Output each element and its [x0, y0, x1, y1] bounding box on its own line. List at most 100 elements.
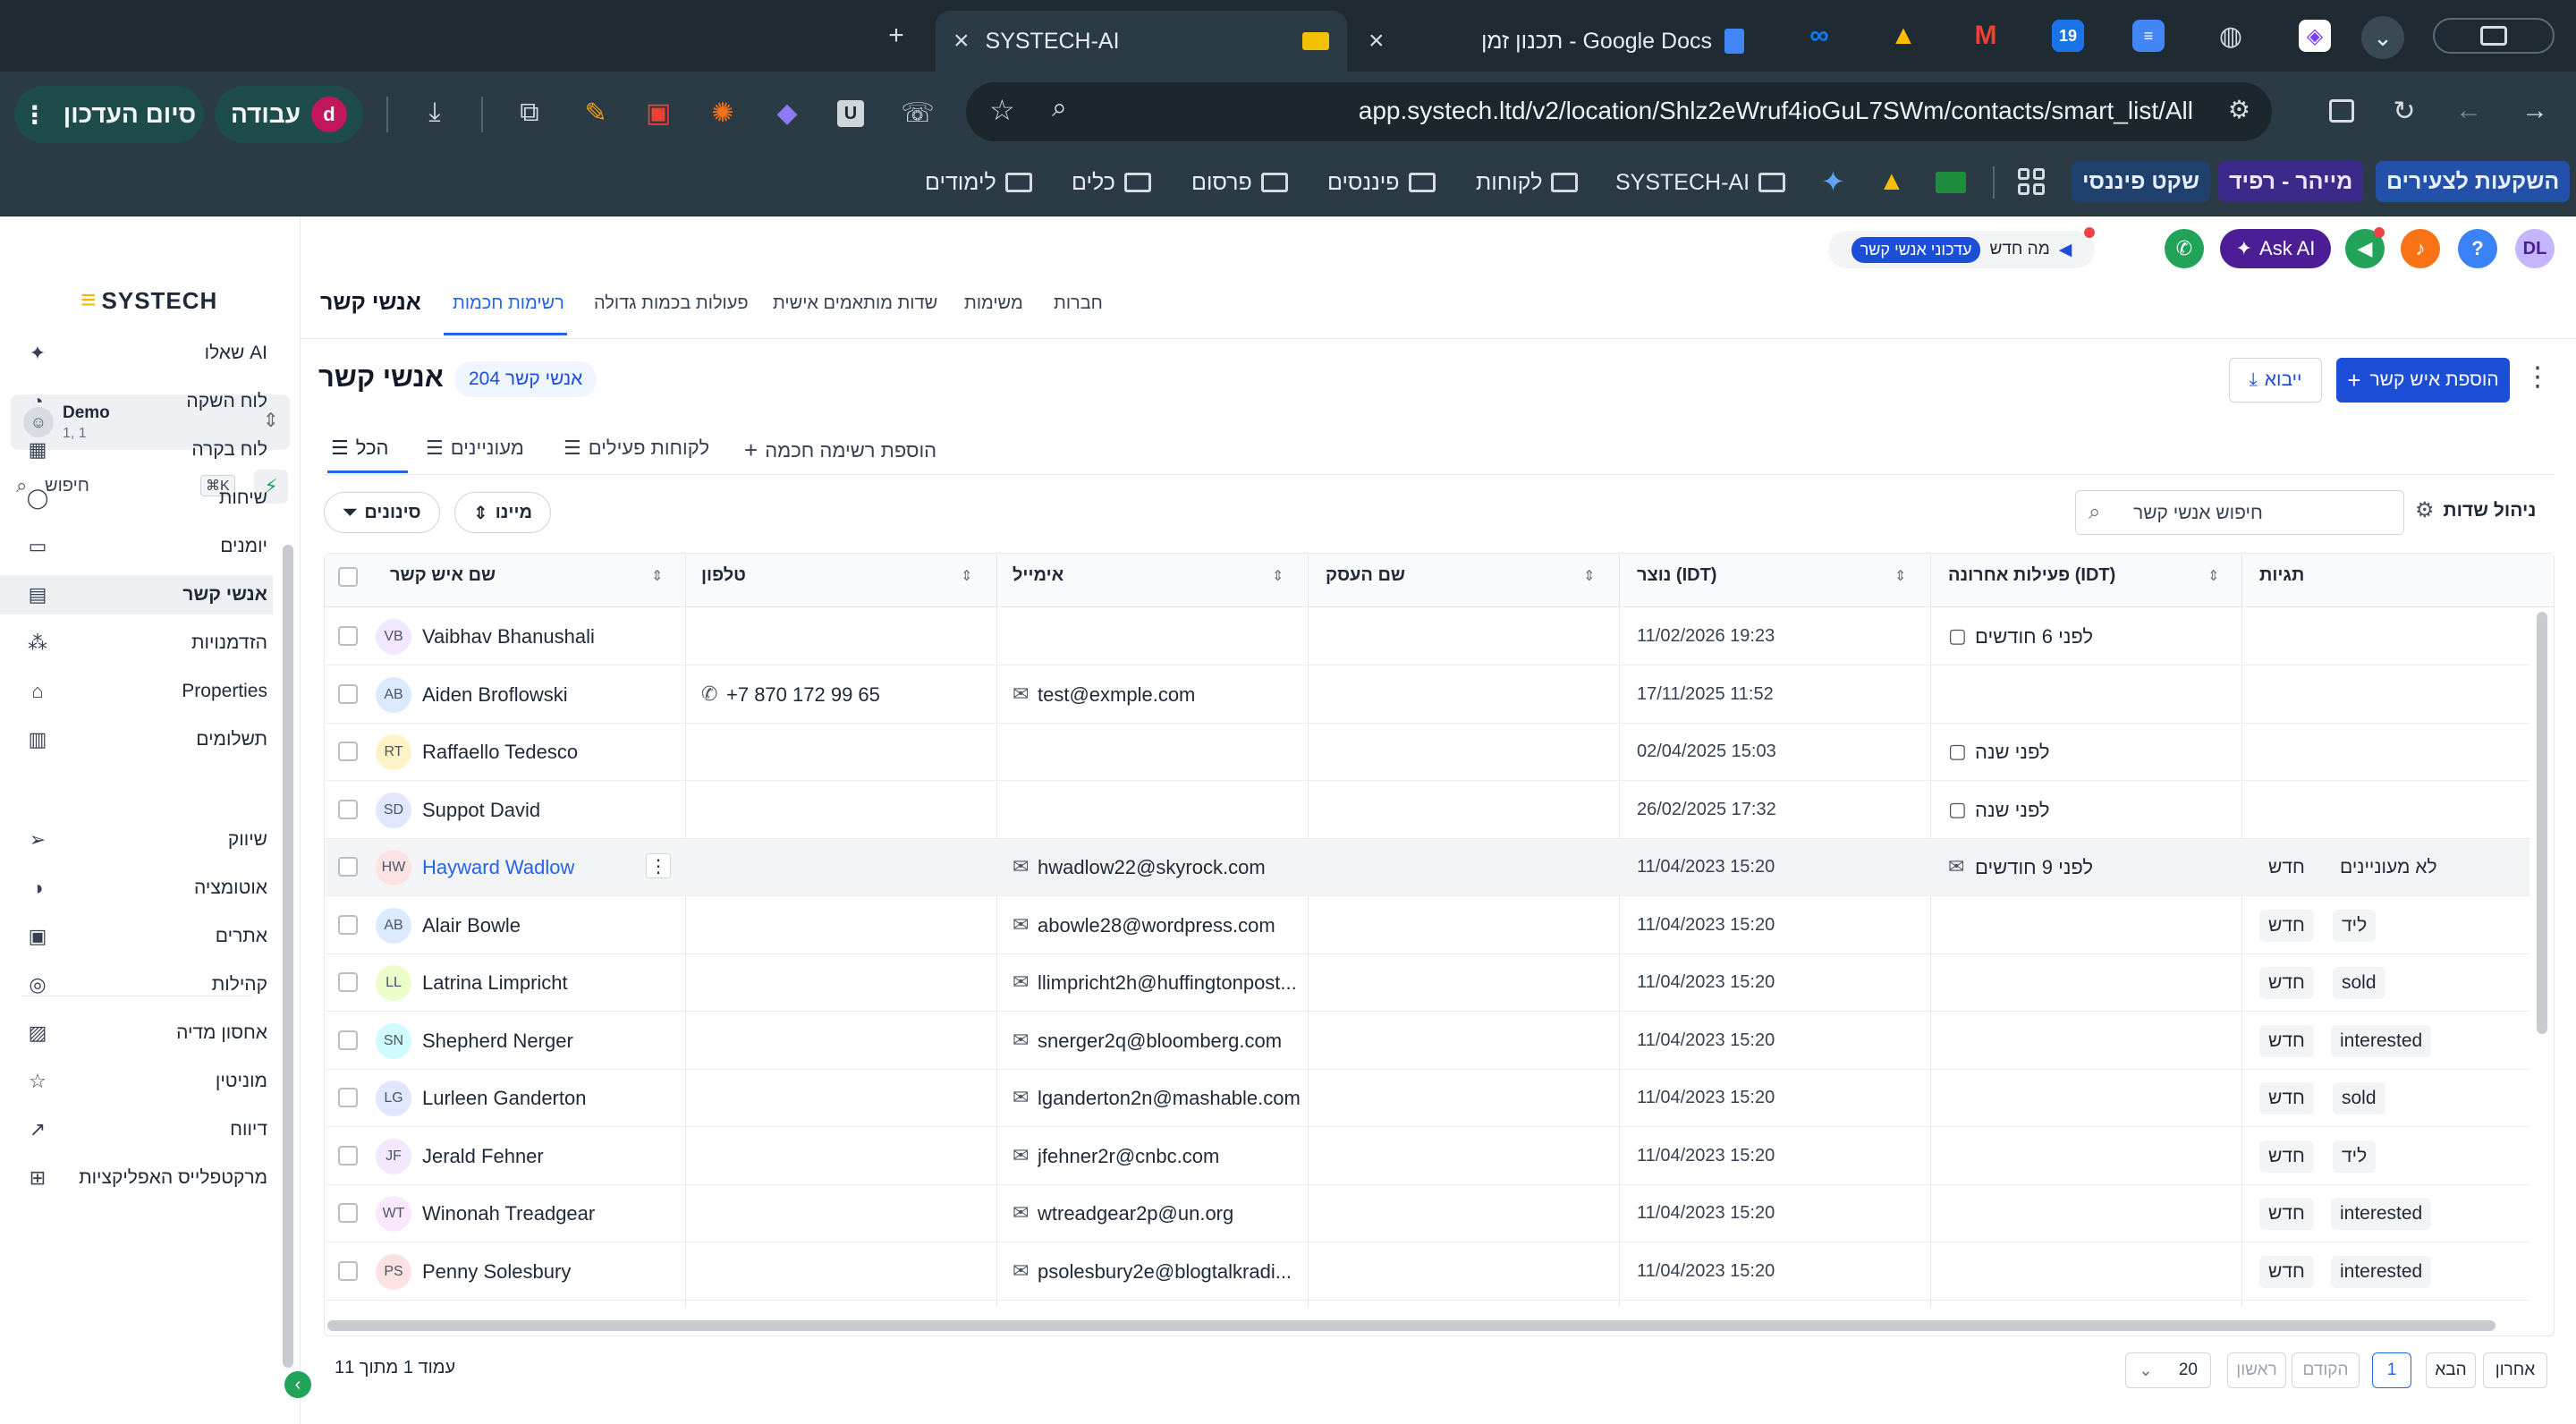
reload-button[interactable]: ↻: [2385, 91, 2424, 131]
filters-button[interactable]: ⏷ סינונים: [324, 492, 440, 533]
row-checkbox[interactable]: [338, 799, 358, 819]
extensions-puzzle-icon[interactable]: ⧉: [510, 93, 549, 132]
close-icon[interactable]: ×: [953, 26, 970, 56]
back-button[interactable]: →: [2515, 91, 2555, 131]
tab-bulk-actions[interactable]: פעולות בכמות גדולה: [594, 293, 749, 314]
contact-name[interactable]: Lurleen Ganderton: [422, 1087, 586, 1110]
bookmark-systech-ai[interactable]: SYSTECH-AI: [1615, 165, 1786, 200]
contact-name[interactable]: Penny Solesbury: [422, 1260, 571, 1284]
pinned-tab-globe[interactable]: ◍: [2215, 20, 2247, 52]
sidebar-item-1[interactable]: ◔ לוח השקה: [21, 382, 267, 421]
column-phone[interactable]: טלפון: [701, 565, 746, 586]
pinned-tab-docs[interactable]: ≡: [2132, 20, 2165, 52]
notifications-button[interactable]: ♪: [2401, 229, 2440, 268]
sidebar-item-15[interactable]: ↗ דיווח: [21, 1110, 267, 1149]
contact-name[interactable]: Raffaello Tedesco: [422, 741, 578, 764]
bookmark-finance[interactable]: פיננסים: [1327, 165, 1436, 200]
list-tab-active-clients[interactable]: ☰ לקוחות פעילים: [564, 437, 709, 460]
table-row[interactable]: [326, 954, 2529, 1012]
new-tab-button[interactable]: +: [877, 16, 916, 55]
table-row[interactable]: [326, 1185, 2529, 1242]
sort-icon[interactable]: ⇕: [1583, 567, 1595, 585]
email-address[interactable]: snerger2q@bloomberg.com: [1038, 1030, 1306, 1053]
manage-fields-button[interactable]: ⚙ ניהול שדות: [2415, 497, 2536, 523]
reading-mode-button[interactable]: [2322, 91, 2361, 131]
email-address[interactable]: lganderton2n@mashable.com: [1038, 1087, 1306, 1110]
bookmark-clients[interactable]: לקוחות: [1476, 165, 1579, 200]
sidebar-item-12[interactable]: ◎ קהילות: [21, 965, 267, 1004]
sort-icon[interactable]: ⇕: [1272, 567, 1284, 585]
sheets-add-icon[interactable]: [1936, 172, 1966, 193]
sidebar-item-7[interactable]: ⌂ Properties: [21, 672, 267, 711]
table-row[interactable]: [326, 666, 2529, 724]
column-last-activity[interactable]: פעילות אחרונה (IDT): [1948, 565, 2115, 586]
sort-button[interactable]: ⇕ מיינו: [454, 492, 551, 533]
table-row[interactable]: [326, 782, 2529, 839]
table-row[interactable]: [326, 724, 2529, 781]
bookmark-studies[interactable]: לימודים: [925, 165, 1032, 200]
help-button[interactable]: ?: [2458, 229, 2497, 268]
current-page-button[interactable]: 1: [2372, 1352, 2411, 1388]
sort-icon[interactable]: ⇕: [651, 567, 663, 585]
tab-tasks[interactable]: משימות: [964, 293, 1023, 314]
sidebar-item-3[interactable]: ◯ שיחות: [21, 479, 267, 518]
tab-contacts[interactable]: חברות: [1054, 293, 1103, 314]
contact-name[interactable]: Winonah Treadgear: [422, 1202, 595, 1225]
email-address[interactable]: test@exmple.com: [1038, 683, 1306, 707]
pinned-tab-drive[interactable]: ▲: [1887, 20, 1919, 52]
row-checkbox[interactable]: [338, 626, 358, 646]
bookmark-tools[interactable]: כלים: [1072, 165, 1151, 200]
user-avatar[interactable]: DL: [2515, 229, 2555, 268]
sidebar-scrollbar[interactable]: [283, 545, 293, 1368]
ask-ai-button[interactable]: ✦ Ask AI: [2220, 229, 2331, 268]
contact-name[interactable]: Hayward Wadlow: [422, 856, 574, 879]
list-tab-all[interactable]: ☰ הכל: [331, 437, 388, 460]
sidebar-item-4[interactable]: ▭ יומנים: [21, 527, 267, 566]
site-info-icon[interactable]: ⚙: [2228, 95, 2250, 124]
row-checkbox[interactable]: [338, 914, 358, 935]
prev-page-button[interactable]: הקודם: [2292, 1352, 2360, 1388]
table-row[interactable]: [326, 1013, 2529, 1070]
sidebar-item-2[interactable]: ▦ לוח בקרה: [21, 430, 267, 470]
first-page-button[interactable]: ראשון: [2227, 1352, 2286, 1388]
email-address[interactable]: llimpricht2h@huffingtonpost...: [1038, 971, 1306, 995]
extension-crystal-icon[interactable]: ◆: [767, 93, 807, 132]
search-icon[interactable]: ⌕: [1052, 93, 1067, 123]
pinned-tab-calendar[interactable]: 19: [2052, 20, 2084, 52]
email-address[interactable]: hwadlow22@skyrock.com: [1038, 856, 1306, 879]
contact-name[interactable]: Jerald Fehner: [422, 1145, 544, 1168]
add-contact-button[interactable]: + הוספת איש קשר: [2336, 358, 2510, 403]
sidebar-item-9[interactable]: ➢ שיווק: [21, 820, 267, 860]
extension-sunburst-icon[interactable]: ✺: [703, 93, 742, 132]
forward-button[interactable]: ←: [2449, 91, 2488, 131]
extension-phone-icon[interactable]: ☏: [898, 93, 937, 132]
tab-smart-lists[interactable]: רשימות חכמות: [453, 293, 564, 314]
table-vertical-scrollbar[interactable]: [2537, 612, 2547, 1034]
phone-button[interactable]: ✆: [2165, 229, 2204, 268]
row-checkbox[interactable]: [338, 857, 358, 877]
sidebar-item-5[interactable]: ▤ אנשי קשר: [0, 575, 273, 615]
column-contact-name[interactable]: שם איש קשר: [390, 565, 496, 586]
address-bar[interactable]: app.systech.ltd/v2/location/Shlz2eWruf4i…: [966, 82, 2272, 141]
list-tab-interested[interactable]: ☰ מעוניינים: [426, 437, 524, 460]
sidebar-item-13[interactable]: ▨ אחסון מדיה: [21, 1013, 267, 1053]
row-menu-icon[interactable]: ⋮: [646, 853, 671, 878]
email-address[interactable]: jfehner2r@cnbc.com: [1038, 1145, 1306, 1168]
more-options-button[interactable]: ⋮: [2524, 361, 2551, 393]
column-email[interactable]: אימייל: [1013, 565, 1063, 586]
bookmark-investments[interactable]: השקעות לצעירים: [2376, 161, 2571, 202]
browser-profile-switcher[interactable]: [2433, 18, 2555, 54]
column-created[interactable]: נוצר (IDT): [1637, 565, 1716, 586]
import-button[interactable]: ⤓ ייבוא: [2229, 358, 2322, 403]
contact-name[interactable]: Latrina Limpricht: [422, 971, 568, 995]
select-all-checkbox[interactable]: [338, 567, 358, 587]
pinned-tab-gmail[interactable]: M: [1970, 20, 2002, 52]
sidebar-item-11[interactable]: ▣ אתרים: [21, 917, 267, 956]
row-checkbox[interactable]: [338, 1088, 358, 1107]
tab-custom-fields[interactable]: שדות מותאמים אישית: [773, 293, 937, 314]
email-address[interactable]: wtreadgear2p@un.org: [1038, 1202, 1306, 1225]
contact-name[interactable]: Alair Bowle: [422, 914, 521, 937]
contact-name[interactable]: Aiden Broflowski: [422, 683, 568, 707]
contact-name[interactable]: Shepherd Nerger: [422, 1030, 573, 1053]
bookmark-advertising[interactable]: פרסום: [1191, 165, 1288, 200]
